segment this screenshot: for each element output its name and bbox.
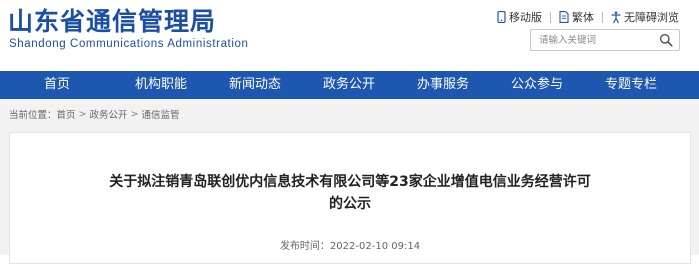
breadcrumb-prefix: 当前位置： xyxy=(9,110,57,121)
search-box xyxy=(530,29,680,51)
nav-item-special-topics[interactable]: 专题专栏 xyxy=(584,71,678,99)
search-icon[interactable] xyxy=(659,33,673,47)
article-title-line: 关于拟注销青岛联创优内信息技术有限公司等23家企业增值电信业务经营许可 xyxy=(109,174,591,190)
breadcrumb-separator: > xyxy=(78,108,87,120)
traditional-chinese-link[interactable]: 繁体 xyxy=(559,9,594,25)
site-subtitle: Shandong Communications Administration xyxy=(9,38,249,50)
breadcrumb-telecom-supervision[interactable]: 通信监管 xyxy=(141,107,179,121)
accessibility-icon xyxy=(611,11,621,23)
document-icon xyxy=(559,11,569,23)
accessible-browsing-label: 无障碍浏览 xyxy=(624,11,679,24)
nav-item-home[interactable]: 首页 xyxy=(0,71,114,99)
nav-item-news[interactable]: 新闻动态 xyxy=(208,71,302,99)
nav-item-public-participation[interactable]: 公众参与 xyxy=(490,71,584,99)
breadcrumb-government-affairs[interactable]: 政务公开 xyxy=(90,107,128,121)
mobile-version-link[interactable]: 移动版 xyxy=(497,9,542,25)
divider xyxy=(602,11,603,23)
main-nav: 首页 机构职能 新闻动态 政务公开 办事服务 公众参与 专题专栏 xyxy=(0,71,699,99)
nav-item-organization[interactable]: 机构职能 xyxy=(114,71,208,99)
accessible-browsing-link[interactable]: 无障碍浏览 xyxy=(611,9,679,25)
site-title[interactable]: 山东省通信管理局 xyxy=(8,6,216,38)
divider xyxy=(550,11,551,23)
breadcrumb-separator: > xyxy=(130,108,139,120)
search-input[interactable] xyxy=(531,30,657,50)
publish-label: 发布时间： xyxy=(279,241,330,252)
site-header: 山东省通信管理局 Shandong Communications Adminis… xyxy=(0,0,699,68)
mobile-version-label: 移动版 xyxy=(509,11,542,24)
traditional-chinese-label: 繁体 xyxy=(572,11,594,24)
breadcrumb-bar: 当前位置： 首页 > 政务公开 > 通信监管 xyxy=(0,99,699,126)
nav-item-services[interactable]: 办事服务 xyxy=(396,71,490,99)
breadcrumb-home[interactable]: 首页 xyxy=(57,107,76,121)
publish-info: 发布时间：2022-02-10 09:14 xyxy=(10,237,690,252)
article-title: 关于拟注销青岛联创优内信息技术有限公司等23家企业增值电信业务经营许可 的公示 xyxy=(80,171,620,215)
nav-item-government-affairs[interactable]: 政务公开 xyxy=(302,71,396,99)
top-links: 移动版 繁体 无障碍浏览 xyxy=(497,9,679,25)
mobile-phone-icon xyxy=(497,11,506,23)
publish-date: 2022-02-10 09:14 xyxy=(329,241,421,252)
article-card: 关于拟注销青岛联创优内信息技术有限公司等23家企业增值电信业务经营许可 的公示 … xyxy=(9,132,691,264)
article-title-line: 的公示 xyxy=(329,196,371,212)
breadcrumb: 当前位置： 首页 > 政务公开 > 通信监管 xyxy=(9,107,180,122)
